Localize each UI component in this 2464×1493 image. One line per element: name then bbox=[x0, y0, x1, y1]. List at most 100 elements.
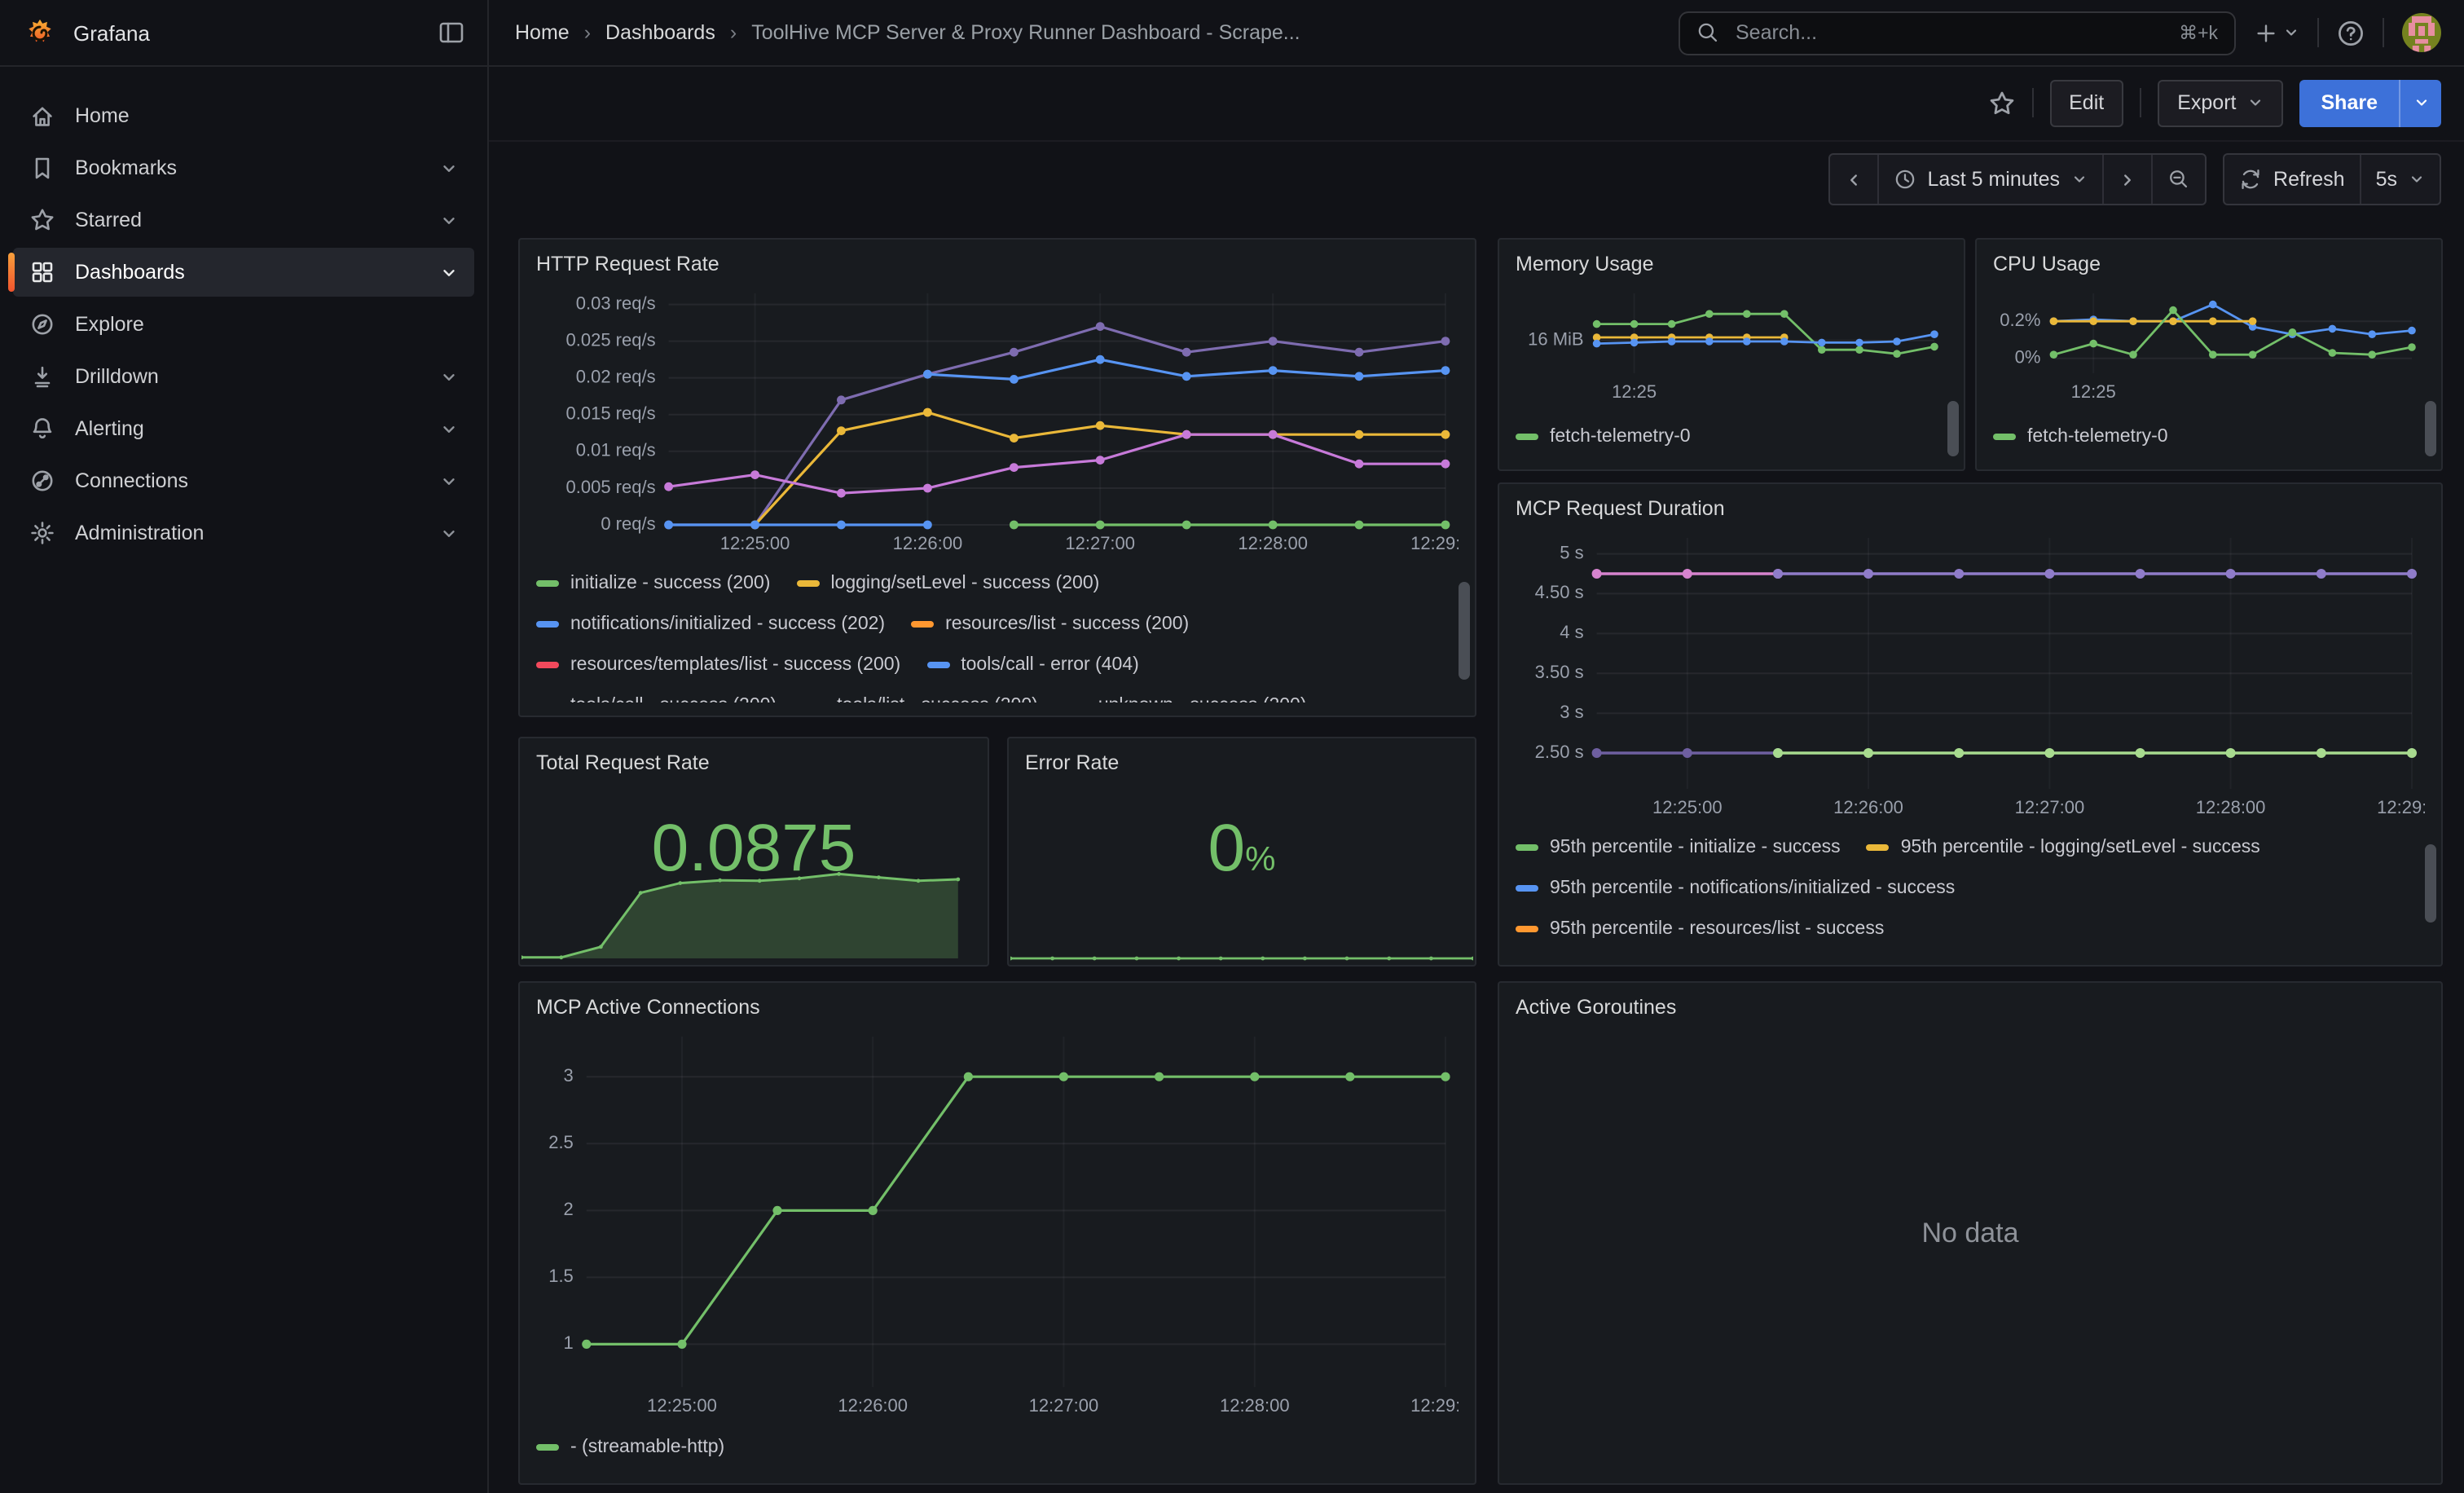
bookmark-icon bbox=[29, 155, 55, 181]
legend-item[interactable]: tools/call - success (200) bbox=[536, 695, 777, 702]
legend-scrollbar[interactable] bbox=[1459, 582, 1470, 680]
share-split-button: Share bbox=[2300, 79, 2442, 126]
legend-item[interactable]: 95th percentile - initialize - success bbox=[1516, 837, 1841, 857]
grafana-logo-icon[interactable] bbox=[23, 15, 57, 50]
svg-text:12:28:00: 12:28:00 bbox=[1238, 533, 1308, 553]
time-shift-forward-button[interactable] bbox=[2102, 155, 2151, 204]
panel-title[interactable]: CPU Usage bbox=[1993, 249, 2425, 280]
sidebar-toggle-icon[interactable] bbox=[438, 20, 464, 46]
edit-button[interactable]: Edit bbox=[2049, 79, 2123, 126]
sidebar-item-connections[interactable]: Connections bbox=[13, 456, 474, 505]
brand-section: Grafana bbox=[0, 0, 489, 65]
legend-scrollbar[interactable] bbox=[1947, 401, 1959, 456]
dashboards-grid-icon bbox=[29, 259, 55, 285]
time-shift-back-button[interactable] bbox=[1829, 155, 1877, 204]
chevron-right-icon bbox=[2119, 170, 2136, 188]
legend-item[interactable]: resources/templates/list - success (200) bbox=[536, 654, 900, 674]
svg-text:0.03 req/s: 0.03 req/s bbox=[576, 293, 656, 313]
legend-item[interactable]: 95th percentile - logging/setLevel - suc… bbox=[1867, 837, 2260, 857]
panel-title[interactable]: MCP Request Duration bbox=[1516, 494, 2425, 525]
search-input[interactable] bbox=[1732, 20, 2166, 46]
legend-item[interactable]: resources/list - success (200) bbox=[911, 614, 1189, 633]
svg-text:12:29:00: 12:29:00 bbox=[2377, 797, 2425, 817]
chevron-left-icon bbox=[1844, 170, 1862, 188]
legend-item[interactable]: tools/call - error (404) bbox=[926, 654, 1139, 674]
svg-text:12:26:00: 12:26:00 bbox=[893, 533, 963, 553]
legend-swatch bbox=[536, 620, 559, 627]
chevron-down-icon bbox=[2283, 24, 2299, 41]
stat-value: 0.0875 bbox=[520, 811, 988, 887]
panel-title[interactable]: Total Request Rate bbox=[536, 748, 971, 779]
chevron-down-icon bbox=[440, 524, 458, 542]
legend-item[interactable]: initialize - success (200) bbox=[536, 573, 770, 592]
legend-item[interactable]: fetch-telemetry-0 bbox=[1516, 427, 1691, 447]
panel-mcp-active-connections: MCP Active Connections 32.521.5112:25:00… bbox=[518, 981, 1476, 1485]
svg-text:1.5: 1.5 bbox=[548, 1266, 574, 1286]
add-new-button[interactable] bbox=[2254, 20, 2299, 45]
breadcrumb-current-dashboard: ToolHive MCP Server & Proxy Runner Dashb… bbox=[751, 21, 1300, 44]
mcp-request-duration-chart[interactable]: 5 s4.50 s4 s3.50 s3 s2.50 s12:25:0012:26… bbox=[1516, 528, 2425, 821]
http-request-rate-chart[interactable]: 0 req/s0.005 req/s0.01 req/s0.015 req/s0… bbox=[536, 284, 1459, 557]
panel-title[interactable]: Memory Usage bbox=[1516, 249, 1947, 280]
zoom-out-button[interactable] bbox=[2151, 155, 2205, 204]
help-icon[interactable] bbox=[2337, 19, 2365, 46]
sidebar-item-alerting[interactable]: Alerting bbox=[13, 404, 474, 453]
svg-text:12:25:00: 12:25:00 bbox=[647, 1395, 717, 1416]
legend-item[interactable]: unknown - success (200) bbox=[1064, 695, 1307, 702]
grafana-app: Grafana Home › Dashboards › ToolHive MCP… bbox=[0, 0, 2464, 1493]
legend-swatch bbox=[796, 579, 819, 586]
sidebar-item-drilldown[interactable]: Drilldown bbox=[13, 352, 474, 401]
legend-item[interactable]: logging/setLevel - success (200) bbox=[796, 573, 1099, 592]
sidebar-item-explore[interactable]: Explore bbox=[13, 300, 474, 349]
chevron-down-icon bbox=[440, 159, 458, 177]
panel-title[interactable]: Active Goroutines bbox=[1516, 993, 2425, 1024]
drilldown-icon bbox=[29, 363, 55, 390]
share-button[interactable]: Share bbox=[2300, 79, 2400, 126]
breadcrumb-home[interactable]: Home bbox=[515, 21, 570, 44]
sidebar-item-bookmarks[interactable]: Bookmarks bbox=[13, 143, 474, 192]
svg-text:0.2%: 0.2% bbox=[2000, 310, 2040, 330]
legend-scrollbar[interactable] bbox=[2425, 844, 2436, 923]
memory-usage-chart[interactable]: 16 MiB12:25 bbox=[1516, 284, 1947, 407]
top-bar: Grafana Home › Dashboards › ToolHive MCP… bbox=[0, 0, 2464, 67]
main-content: Edit Export Share bbox=[489, 65, 2464, 1493]
chevron-down-icon bbox=[2409, 171, 2425, 187]
legend-scrollbar[interactable] bbox=[2425, 401, 2436, 456]
sidebar-item-home[interactable]: Home bbox=[13, 91, 474, 140]
panel-active-goroutines: Active Goroutines No data bbox=[1498, 981, 2443, 1485]
legend-item[interactable]: fetch-telemetry-0 bbox=[1993, 427, 2168, 447]
sidebar-nav: Home Bookmarks Starred Dashboards Explor… bbox=[0, 65, 489, 1493]
legend-item[interactable]: - (streamable-http) bbox=[536, 1437, 724, 1456]
legend-item[interactable]: 95th percentile - notifications/initiali… bbox=[1516, 878, 1955, 897]
share-menu-button[interactable] bbox=[2399, 79, 2441, 126]
panel-title[interactable]: MCP Active Connections bbox=[536, 993, 1459, 1024]
svg-text:0.02 req/s: 0.02 req/s bbox=[576, 366, 656, 386]
user-avatar[interactable] bbox=[2402, 13, 2441, 52]
sidebar-item-administration[interactable]: Administration bbox=[13, 509, 474, 557]
export-button[interactable]: Export bbox=[2158, 79, 2283, 126]
legend-swatch bbox=[536, 661, 559, 667]
svg-text:0 req/s: 0 req/s bbox=[601, 513, 655, 534]
breadcrumb-dashboards[interactable]: Dashboards bbox=[605, 21, 715, 44]
svg-text:1: 1 bbox=[564, 1332, 574, 1353]
refresh-button[interactable]: Refresh bbox=[2224, 155, 2360, 204]
mcp-active-connections-chart[interactable]: 32.521.5112:25:0012:26:0012:27:0012:28:0… bbox=[536, 1027, 1459, 1420]
refresh-interval-picker[interactable]: 5s bbox=[2360, 155, 2440, 204]
sidebar-item-starred[interactable]: Starred bbox=[13, 196, 474, 244]
panel-title[interactable]: Error Rate bbox=[1025, 748, 1459, 779]
sidebar-item-dashboards[interactable]: Dashboards bbox=[13, 248, 474, 297]
legend-swatch bbox=[911, 620, 934, 627]
legend-item[interactable]: 95th percentile - resources/list - succe… bbox=[1516, 918, 1884, 938]
legend-swatch bbox=[1867, 843, 1890, 850]
time-range-picker[interactable]: Last 5 minutes bbox=[1877, 155, 2102, 204]
favorite-star-icon[interactable] bbox=[1987, 89, 2015, 117]
panel-title[interactable]: HTTP Request Rate bbox=[536, 249, 1459, 280]
svg-text:16 MiB: 16 MiB bbox=[1528, 329, 1583, 350]
divider bbox=[2031, 88, 2033, 117]
legend-item[interactable]: notifications/initialized - success (202… bbox=[536, 614, 885, 633]
search-box[interactable]: ⌘+k bbox=[1679, 11, 2236, 55]
time-controls: Last 5 minutes Refresh bbox=[1828, 153, 2441, 205]
svg-text:12:25:00: 12:25:00 bbox=[1652, 797, 1723, 817]
legend-item[interactable]: tools/list - success (200) bbox=[803, 695, 1038, 702]
cpu-usage-chart[interactable]: 0.2%0%12:25 bbox=[1993, 284, 2425, 407]
